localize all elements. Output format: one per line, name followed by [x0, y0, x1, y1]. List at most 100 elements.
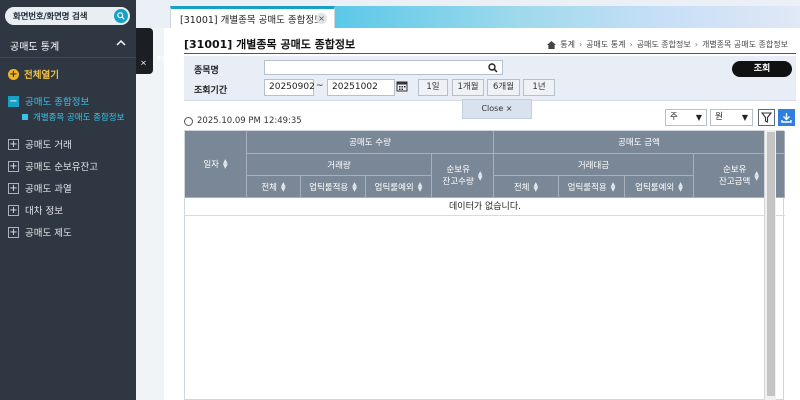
screen-search-label: 화면번호/화면명 검색 [13, 12, 88, 22]
col-header-qty-except[interactable]: 업틱룰예외 ▲ ▼ [366, 176, 432, 198]
breadcrumb-item[interactable]: 통계 [560, 39, 575, 50]
sidebar-item-label: 공매도 제도 [25, 228, 72, 239]
caret-down-icon: ▼ [741, 113, 748, 122]
sort-icon[interactable]: ▲ ▼ [478, 170, 483, 181]
sidebar-item-label: 대차 정보 [25, 206, 63, 217]
unit-currency-select[interactable]: 원 ▼ [710, 109, 753, 126]
tab-label: [31001] 개별종목 공매도 종합정보 [180, 14, 323, 26]
sidebar-item-label: 공매도 과열 [25, 184, 72, 195]
unit-period-select[interactable]: 주 ▼ [665, 109, 707, 126]
col-header-label: 순보유 잔고금액 [719, 164, 751, 187]
col-header-label: 일자 [203, 160, 219, 170]
breadcrumb-item: 개별종목 공매도 종합정보 [701, 40, 788, 49]
home-icon[interactable] [547, 40, 557, 49]
close-icon[interactable]: × [316, 13, 327, 24]
sidebar-section-header[interactable]: 공매도 통계 [0, 34, 136, 58]
col-header-amt-uptick[interactable]: 업틱룰적용 ▲ ▼ [559, 176, 625, 198]
breadcrumb: 통계 › 공매도 통계 › 공매도 종합정보 › 개별종목 공매도 종합정보 [547, 39, 788, 50]
period-1y-button[interactable]: 1년 [523, 79, 555, 96]
sidebar-item-overheat[interactable]: + 공매도 과열 [8, 181, 72, 195]
col-header-label: 전체 [513, 182, 530, 193]
col-header-date[interactable]: 일자 ▲ ▼ [185, 131, 247, 198]
sort-icon[interactable]: ▲ ▼ [352, 181, 357, 192]
filter-panel: 종목명 조회기간 20250902 ~ 20251002 1일 1개월 6개월 … [184, 56, 796, 101]
col-header-label: 전체 [261, 182, 277, 193]
sidebar-item-label: 공매도 순보유잔고 [25, 162, 98, 173]
col-header-qty-total[interactable]: 전체 ▲ ▼ [247, 176, 301, 198]
plus-box-icon: + [8, 226, 19, 238]
chevron-up-icon[interactable] [116, 39, 126, 50]
period-1m-button[interactable]: 1개월 [452, 79, 484, 96]
period-1d-button[interactable]: 1일 [418, 79, 448, 96]
timestamp-value: 2025.10.09 PM 12:49:35 [197, 116, 302, 126]
screen-search-box[interactable]: 화면번호/화면명 검색 [5, 7, 130, 25]
download-icon [781, 113, 792, 123]
unit-period-value: 주 [670, 112, 678, 122]
col-header-label: 업틱룰예외 [635, 182, 675, 193]
sidebar-item-label: 공매도 종합정보 [25, 97, 90, 108]
plus-box-icon: + [8, 182, 19, 194]
data-grid: 일자 ▲ ▼ 공매도 수량 공매도 금액 거래량 순보유 잔고수량 ▲ ▼ 거래대금 순보… [184, 130, 785, 400]
search-button[interactable]: 조회 [732, 61, 792, 77]
col-header-amt-total[interactable]: 전체 ▲ ▼ [494, 176, 559, 198]
sort-icon[interactable]: ▲ ▼ [418, 181, 423, 192]
sidebar-item-summary[interactable]: − 공매도 종합정보 [8, 94, 89, 108]
col-header-net-qty[interactable]: 순보유 잔고수량 ▲ ▼ [432, 154, 494, 198]
sidebar-close-tab[interactable]: Close × [136, 28, 177, 74]
sidebar-item-system[interactable]: + 공매도 제도 [8, 225, 72, 239]
breadcrumb-item[interactable]: 공매도 통계 [586, 39, 625, 50]
empty-message: 데이터가 없습니다. [185, 198, 785, 216]
sort-icon[interactable]: ▲ ▼ [611, 181, 616, 192]
download-button[interactable] [778, 109, 795, 126]
filter-close-button[interactable]: Close × [462, 99, 532, 119]
group-header-amt: 공매도 금액 [494, 131, 785, 154]
sort-icon[interactable]: ▲ ▼ [754, 170, 759, 181]
calendar-icon[interactable] [396, 80, 410, 95]
caret-down-icon: ▼ [695, 113, 702, 122]
search-icon[interactable] [114, 9, 128, 23]
plus-box-icon: + [8, 138, 19, 150]
breadcrumb-item[interactable]: 공매도 종합정보 [637, 39, 691, 50]
sidebar-item-balance[interactable]: + 공매도 순보유잔고 [8, 159, 98, 173]
main-content: [31001] 개별종목 공매도 종합정보 통계 › 공매도 통계 › 공매도 … [164, 28, 800, 400]
sort-icon[interactable]: ▲ ▼ [223, 159, 228, 170]
unit-currency-value: 원 [715, 112, 723, 122]
plus-box-icon: + [8, 204, 19, 216]
scrollbar-thumb[interactable] [767, 132, 775, 396]
grid-header: 일자 ▲ ▼ 공매도 수량 공매도 금액 거래량 순보유 잔고수량 ▲ ▼ 거래대금 순보… [185, 131, 785, 198]
date-range-separator: ~ [316, 81, 324, 91]
sidebar-item-trade[interactable]: + 공매도 거래 [8, 137, 72, 151]
grid-scrollbar[interactable] [764, 130, 776, 400]
sort-icon[interactable]: ▲ ▼ [534, 181, 539, 192]
page-title: [31001] 개별종목 공매도 종합정보 [184, 38, 356, 51]
sub-header-value: 거래대금 [494, 154, 694, 176]
group-header-qty: 공매도 수량 [247, 131, 494, 154]
filter-button[interactable] [758, 109, 775, 126]
square-bullet-icon [22, 114, 28, 120]
sidebar-item-label: 공매도 거래 [25, 140, 72, 151]
tab-bar-ribbon [335, 6, 800, 28]
title-divider [184, 53, 796, 54]
sidebar-subitem-label: 개별종목 공매도 종합정보 [33, 113, 125, 123]
period-6m-button[interactable]: 6개월 [487, 79, 520, 96]
col-header-amt-except[interactable]: 업틱룰예외 ▲ ▼ [625, 176, 694, 198]
col-header-label: 업틱룰적용 [567, 182, 607, 193]
sidebar-subitem-individual[interactable]: 개별종목 공매도 종합정보 [22, 111, 124, 123]
clock-icon [184, 116, 193, 126]
filter-close-label: Close [481, 104, 504, 113]
open-all-label: 전체열기 [24, 70, 59, 81]
tab-31001[interactable]: [31001] 개별종목 공매도 종합정보 × [170, 6, 335, 28]
stock-name-input[interactable] [264, 60, 503, 75]
date-from-input[interactable]: 20250902 [264, 79, 315, 96]
date-to-input[interactable]: 20251002 [327, 79, 395, 96]
sidebar-item-lending[interactable]: + 대차 정보 [8, 203, 63, 217]
search-icon[interactable] [488, 63, 498, 76]
col-header-qty-uptick[interactable]: 업틱룰적용 ▲ ▼ [301, 176, 366, 198]
plus-circle-icon: + [8, 68, 19, 80]
minus-box-icon: − [8, 95, 19, 107]
sort-icon[interactable]: ▲ ▼ [678, 181, 683, 192]
sort-icon[interactable]: ▲ ▼ [281, 181, 286, 192]
open-all-button[interactable]: + 전체열기 [8, 67, 59, 81]
sidebar: 화면번호/화면명 검색 공매도 통계 + 전체열기 − 공매도 종합정보 개별종… [0, 0, 136, 400]
period-label: 조회기간 [194, 86, 228, 96]
